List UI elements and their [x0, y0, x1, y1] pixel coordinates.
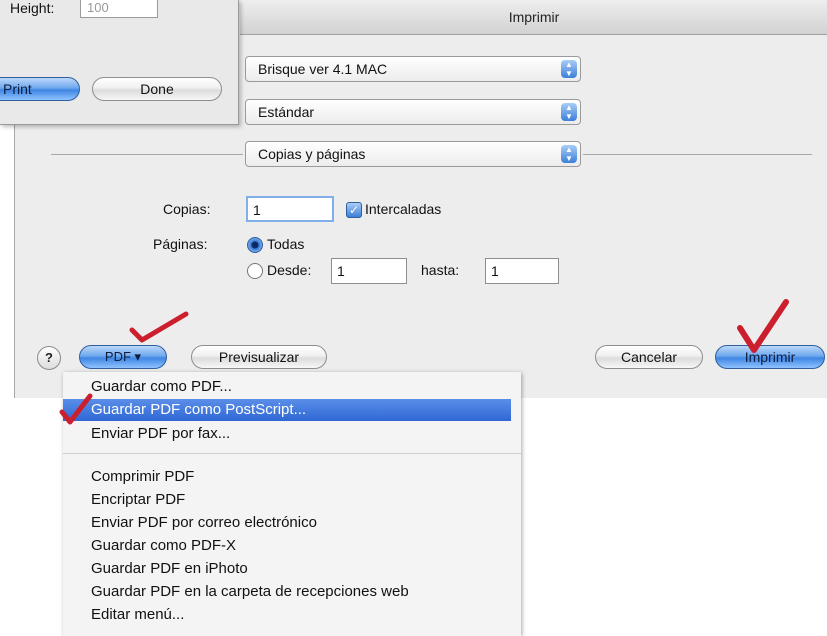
- copies-field[interactable]: 1: [246, 196, 334, 222]
- pages-range-radio[interactable]: [247, 263, 263, 279]
- pages-from-field[interactable]: 1: [331, 258, 407, 284]
- red-checkmark-icon: [129, 311, 189, 343]
- menu-item-fax-pdf[interactable]: Enviar PDF por fax...: [63, 423, 521, 445]
- height-field[interactable]: 100: [80, 0, 158, 18]
- red-checkmark-icon: [59, 393, 93, 425]
- menu-item-mail-pdf[interactable]: Enviar PDF por correo electrónico: [63, 512, 521, 534]
- menu-item-save-as-pdf[interactable]: Guardar como PDF...: [63, 376, 521, 398]
- popup-arrows-icon: ▲ ▼: [561, 145, 577, 163]
- menu-item-edit-menu[interactable]: Editar menú...: [63, 604, 521, 626]
- pdf-button[interactable]: PDF ▾: [79, 345, 167, 369]
- pages-to-field[interactable]: 1: [485, 258, 559, 284]
- preset-value: Estándar: [258, 104, 315, 120]
- dialog-title: Imprimir: [508, 9, 560, 25]
- separator-right: [583, 154, 812, 155]
- printer-popup[interactable]: Brisque ver 4.1 MAC ▲ ▼: [245, 56, 581, 82]
- menu-item-save-pdf-x[interactable]: Guardar como PDF-X: [63, 535, 521, 557]
- menu-item-save-iphoto[interactable]: Guardar PDF en iPhoto: [63, 558, 521, 580]
- popup-arrows-icon: ▲ ▼: [561, 60, 577, 78]
- copies-label: Copias:: [163, 201, 211, 217]
- popup-arrows-icon: ▲ ▼: [561, 103, 577, 121]
- pages-all-radio[interactable]: [247, 237, 263, 253]
- bg-print-button[interactable]: Print: [0, 77, 80, 101]
- pane-value: Copias y páginas: [258, 146, 366, 162]
- menu-item-save-pdf-postscript[interactable]: Guardar PDF como PostScript...: [63, 399, 511, 421]
- menu-item-encrypt-pdf[interactable]: Encriptar PDF: [63, 489, 521, 511]
- pages-to-label: hasta:: [421, 262, 460, 278]
- pages-all-label: Todas: [267, 236, 305, 252]
- dialog-title-bar: Imprimir: [240, 0, 827, 35]
- pages-from-label: Desde:: [267, 262, 312, 278]
- height-label: Height:: [10, 0, 55, 16]
- background-window: Height: 100 Print Done: [0, 0, 239, 125]
- collated-checkbox[interactable]: ✓: [346, 202, 362, 218]
- separator-left: [51, 154, 243, 155]
- pdf-menu: Guardar como PDF... Guardar PDF como Pos…: [63, 372, 521, 636]
- collated-label: Intercaladas: [365, 201, 442, 217]
- done-button[interactable]: Done: [92, 77, 222, 101]
- menu-item-save-web-receipts[interactable]: Guardar PDF en la carpeta de recepciones…: [63, 581, 521, 603]
- pages-label: Páginas:: [153, 236, 208, 252]
- printer-value: Brisque ver 4.1 MAC: [258, 61, 388, 77]
- menu-item-compress-pdf[interactable]: Comprimir PDF: [63, 466, 521, 488]
- cancel-button[interactable]: Cancelar: [595, 345, 703, 369]
- red-checkmark-icon: [737, 299, 789, 353]
- menu-separator: [63, 453, 521, 454]
- preset-popup[interactable]: Estándar ▲ ▼: [245, 99, 581, 125]
- preview-button[interactable]: Previsualizar: [191, 345, 327, 369]
- pane-popup[interactable]: Copias y páginas ▲ ▼: [245, 141, 581, 167]
- help-button[interactable]: ?: [37, 346, 61, 370]
